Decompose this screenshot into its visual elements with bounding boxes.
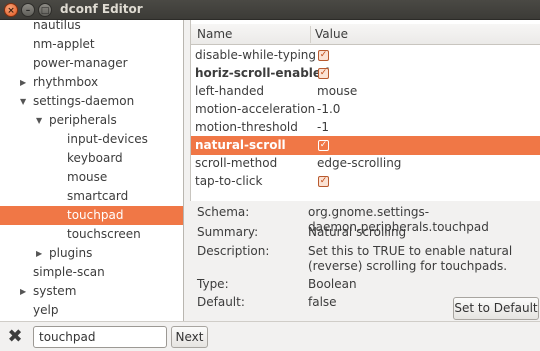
- value-checkbox[interactable]: ✓: [318, 140, 329, 151]
- key-row[interactable]: motion-acceleration -1.0: [191, 100, 540, 119]
- type-label: Type:: [197, 277, 229, 291]
- search-input[interactable]: [33, 326, 167, 348]
- tree-item-label: input-devices: [67, 132, 148, 146]
- tree-item-label: mouse: [67, 170, 108, 184]
- tree-item-label: touchpad: [67, 208, 124, 222]
- type-value: Boolean: [308, 277, 357, 291]
- key-value[interactable]: -1.0: [317, 100, 340, 118]
- search-bar: ✖ Next: [0, 321, 540, 351]
- window-minimize-button[interactable]: –: [21, 3, 35, 17]
- tree-item[interactable]: ▶ plugins: [0, 244, 183, 263]
- set-to-default-button[interactable]: Set to Default: [453, 297, 539, 320]
- key-row[interactable]: disable-while-typing ✓: [191, 46, 540, 65]
- tree-item[interactable]: input-devices: [0, 130, 183, 149]
- tree-item[interactable]: smartcard: [0, 187, 183, 206]
- description-value: Set this to TRUE to enable natural (reve…: [308, 244, 513, 273]
- tree-item-label: nm-applet: [33, 37, 95, 51]
- tree-item[interactable]: ▶ rhythmbox: [0, 73, 183, 92]
- default-label: Default:: [197, 295, 245, 309]
- value-checkbox[interactable]: ✓: [318, 176, 329, 187]
- keys-list[interactable]: Name Value disable-while-typing ✓ horiz-sc…: [190, 20, 540, 201]
- key-name: horiz-scroll-enabled: [195, 66, 330, 80]
- key-row[interactable]: motion-threshold -1: [191, 118, 540, 137]
- description-label: Description:: [197, 244, 270, 258]
- key-name: tap-to-click: [195, 174, 263, 188]
- schema-tree[interactable]: nautilus nm-applet power-manager ▶ rhythmbox…: [0, 20, 184, 321]
- tree-item-label: touchscreen: [67, 227, 141, 241]
- tree-item[interactable]: ▶ system: [0, 282, 183, 301]
- key-name: disable-while-typing: [195, 48, 317, 62]
- window-title: dconf Editor: [60, 2, 143, 16]
- value-checkbox[interactable]: ✓: [318, 68, 329, 79]
- tree-item[interactable]: nautilus: [0, 20, 183, 35]
- close-icon[interactable]: ✖: [6, 328, 24, 346]
- tree-item[interactable]: nm-applet: [0, 35, 183, 54]
- key-name: motion-threshold: [195, 120, 298, 134]
- title-bar: × – □ dconf Editor: [0, 0, 540, 20]
- tree-item-label: plugins: [49, 246, 93, 260]
- column-header-value[interactable]: Value: [315, 27, 348, 41]
- summary-value: Natural scrolling: [308, 225, 407, 239]
- tree-item[interactable]: mouse: [0, 168, 183, 187]
- expander-down-icon[interactable]: ▼: [20, 92, 30, 111]
- key-value[interactable]: edge-scrolling: [317, 154, 401, 172]
- window-maximize-button[interactable]: □: [38, 3, 52, 17]
- tree-item[interactable]: yelp: [0, 301, 183, 320]
- key-row[interactable]: natural-scroll ✓: [191, 136, 540, 155]
- expander-right-icon[interactable]: ▶: [20, 73, 30, 92]
- tree-item[interactable]: touchscreen: [0, 225, 183, 244]
- expander-right-icon[interactable]: ▶: [20, 282, 30, 301]
- tree-item[interactable]: touchpad: [0, 206, 183, 225]
- keys-list-header: Name Value: [191, 24, 540, 45]
- tree-item[interactable]: power-manager: [0, 54, 183, 73]
- tree-item-label: peripherals: [49, 113, 117, 127]
- tree-item-label: system: [33, 284, 77, 298]
- key-name: scroll-method: [195, 156, 278, 170]
- column-separator: [310, 26, 311, 43]
- key-name: natural-scroll: [195, 138, 286, 152]
- key-value[interactable]: -1: [317, 118, 329, 136]
- expander-down-icon[interactable]: ▼: [36, 111, 46, 130]
- key-row[interactable]: left-handed mouse: [191, 82, 540, 101]
- tree-item-label: settings-daemon: [33, 94, 135, 108]
- expander-right-icon[interactable]: ▶: [36, 244, 46, 263]
- tree-item-label: simple-scan: [33, 265, 105, 279]
- tree-item-label: power-manager: [33, 56, 128, 70]
- key-value[interactable]: mouse: [317, 82, 357, 100]
- window-close-button[interactable]: ×: [4, 3, 18, 17]
- summary-label: Summary:: [197, 225, 259, 239]
- key-details-panel: Schema: org.gnome.settings-daemon.periph…: [190, 201, 540, 321]
- key-row[interactable]: horiz-scroll-enabled ✓: [191, 64, 540, 83]
- key-name: motion-acceleration: [195, 102, 316, 116]
- tree-item[interactable]: ▼ settings-daemon: [0, 92, 183, 111]
- tree-item[interactable]: simple-scan: [0, 263, 183, 282]
- tree-item-label: nautilus: [33, 20, 81, 32]
- tree-item-label: keyboard: [67, 151, 123, 165]
- tree-item[interactable]: ▼ peripherals: [0, 111, 183, 130]
- tree-item-label: rhythmbox: [33, 75, 99, 89]
- column-header-name[interactable]: Name: [197, 27, 232, 41]
- dconf-editor-window: × – □ dconf Editor nautilus nm-applet powe…: [0, 0, 540, 351]
- key-row[interactable]: tap-to-click ✓: [191, 172, 540, 191]
- tree-item-label: smartcard: [67, 189, 129, 203]
- schema-label: Schema:: [197, 205, 250, 219]
- value-checkbox[interactable]: ✓: [318, 50, 329, 61]
- tree-item-label: yelp: [33, 303, 59, 317]
- next-button[interactable]: Next: [171, 326, 208, 348]
- key-name: left-handed: [195, 84, 264, 98]
- key-row[interactable]: scroll-method edge-scrolling: [191, 154, 540, 173]
- tree-item[interactable]: keyboard: [0, 149, 183, 168]
